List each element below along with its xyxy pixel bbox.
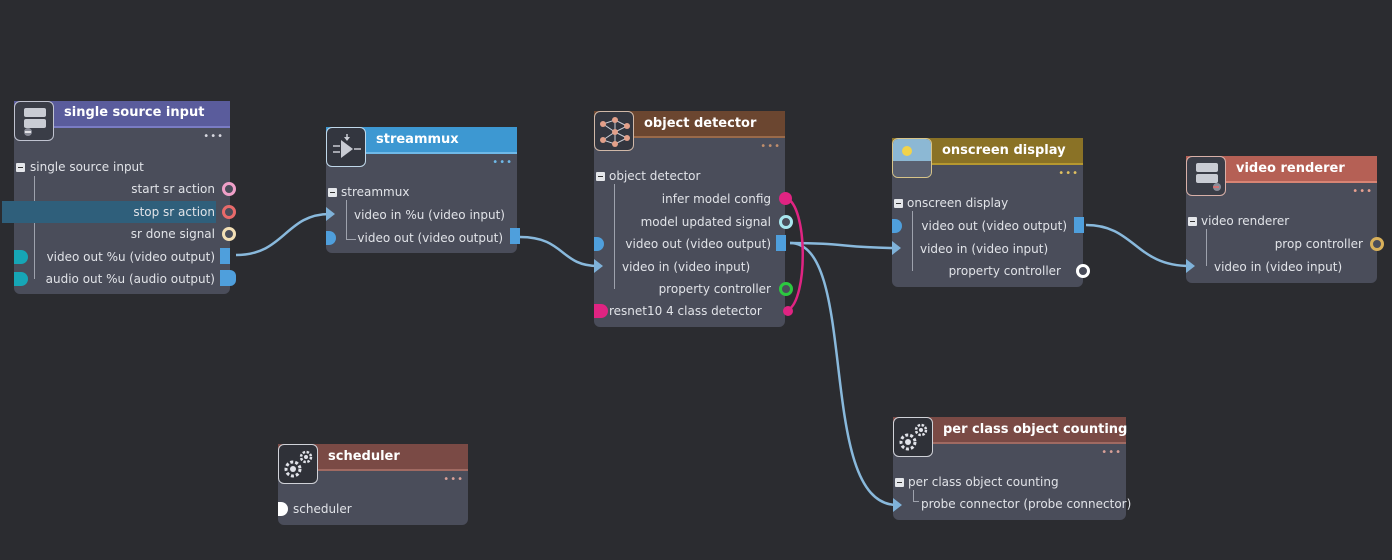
node-onscreen-display[interactable]: onscreen display ••• onscreen display vi…	[892, 138, 1090, 287]
neural-network-icon	[594, 111, 634, 151]
port-property-controller[interactable]	[779, 282, 793, 296]
group-label: streammux	[341, 185, 410, 199]
port-video-output[interactable]	[1074, 217, 1084, 233]
node-title: per class object counting	[943, 422, 1128, 437]
node-object-detector[interactable]: object detector ••• object detector infe…	[594, 111, 793, 327]
more-options-icon[interactable]: •••	[1058, 169, 1079, 179]
row-audio-out: audio out %u (audio output)	[45, 272, 215, 286]
node-title: single source input	[64, 105, 205, 120]
row-sr-done-signal: sr done signal	[130, 227, 215, 241]
port-scheduler[interactable]	[278, 502, 288, 516]
row-video-in: video in (video input)	[1214, 260, 1343, 274]
collapse-toggle[interactable]	[895, 478, 904, 487]
display-icon	[892, 138, 932, 178]
more-options-icon[interactable]: •••	[1101, 448, 1122, 458]
port-video-out-teal[interactable]	[14, 250, 28, 264]
collapse-toggle[interactable]	[1188, 217, 1197, 226]
port-video-output[interactable]	[776, 235, 786, 251]
node-per-class-object-counting[interactable]: per class object counting ••• per class …	[893, 417, 1131, 520]
wire-detector-to-osd	[789, 241, 898, 250]
row-resnet10-detector: resnet10 4 class detector	[609, 304, 762, 318]
port-resnet10-magenta[interactable]	[594, 304, 608, 318]
node-single-source-input[interactable]: single source input ••• single source in…	[2, 101, 236, 294]
row-video-out: video out (video output)	[625, 237, 771, 251]
group-label: onscreen display	[907, 196, 1009, 210]
row-video-in: video in (video input)	[920, 242, 1049, 256]
collapse-toggle[interactable]	[328, 188, 337, 197]
wire-detector-to-counting	[789, 241, 898, 507]
collapse-toggle[interactable]	[596, 172, 605, 181]
group-label: per class object counting	[908, 475, 1059, 489]
row-property-controller: property controller	[948, 264, 1061, 278]
row-start-sr-action: start sr action	[131, 182, 215, 196]
port-video-in[interactable]	[892, 241, 901, 255]
gears-icon	[278, 444, 318, 484]
node-video-renderer[interactable]: video renderer ••• video renderer prop c…	[1186, 156, 1384, 283]
port-prop-controller[interactable]	[1370, 237, 1384, 251]
port-property-controller[interactable]	[1076, 264, 1090, 278]
port-audio-out-teal[interactable]	[14, 272, 28, 286]
more-options-icon[interactable]: •••	[492, 158, 513, 168]
wire-ssi-to-streammux	[235, 212, 331, 257]
gears-icon	[893, 417, 933, 457]
wire-osd-to-renderer	[1085, 223, 1191, 268]
node-streammux[interactable]: streammux ••• streammux video in %u (vid…	[326, 127, 520, 253]
graph-canvas[interactable]: single source input ••• single source in…	[0, 0, 1392, 560]
group-label: object detector	[609, 169, 701, 183]
node-title: scheduler	[328, 449, 400, 464]
row-scheduler: scheduler	[293, 502, 352, 516]
mux-icon	[326, 127, 366, 167]
server-stack-icon	[1186, 156, 1226, 196]
more-options-icon[interactable]: •••	[203, 132, 224, 142]
row-property-controller: property controller	[658, 282, 771, 296]
port-stop-sr-action[interactable]	[222, 205, 236, 219]
more-options-icon[interactable]: •••	[760, 142, 781, 152]
port-video-out-left[interactable]	[594, 237, 604, 251]
row-video-in: video in (video input)	[622, 260, 751, 274]
port-sr-done-signal[interactable]	[222, 227, 236, 241]
port-video-in[interactable]	[1186, 259, 1195, 273]
port-video-output[interactable]	[220, 248, 230, 264]
node-scheduler[interactable]: scheduler ••• scheduler	[278, 444, 468, 525]
node-title: streammux	[376, 132, 459, 147]
group-label: video renderer	[1201, 214, 1290, 228]
port-video-output[interactable]	[510, 228, 520, 244]
port-probe-connector[interactable]	[893, 498, 902, 512]
row-prop-controller: prop controller	[1274, 237, 1363, 251]
row-probe-connector: probe connector (probe connector)	[921, 497, 1132, 511]
node-title: onscreen display	[942, 143, 1066, 158]
port-infer-model-config[interactable]	[779, 192, 792, 205]
port-start-sr-action[interactable]	[222, 182, 236, 196]
more-options-icon[interactable]: •••	[443, 475, 464, 485]
node-title: video renderer	[1236, 161, 1345, 176]
row-video-out: video out %u (video output)	[46, 250, 215, 264]
collapse-toggle[interactable]	[894, 199, 903, 208]
more-options-icon[interactable]: •••	[1352, 187, 1373, 197]
port-video-in[interactable]	[594, 259, 603, 273]
port-resnet10-output[interactable]	[783, 306, 793, 316]
node-title: object detector	[644, 116, 757, 131]
port-video-out-left[interactable]	[326, 231, 336, 245]
port-audio-output[interactable]	[220, 270, 236, 286]
port-video-in[interactable]	[326, 207, 335, 221]
port-model-updated-signal[interactable]	[779, 215, 793, 229]
row-video-out: video out (video output)	[357, 231, 503, 245]
row-model-updated-signal: model updated signal	[640, 215, 771, 229]
port-video-out-left[interactable]	[892, 219, 902, 233]
wire-streammux-to-detector	[519, 235, 599, 268]
row-stop-sr-action[interactable]: stop sr action	[133, 205, 215, 219]
collapse-toggle[interactable]	[16, 163, 25, 172]
row-video-in: video in %u (video input)	[354, 208, 505, 222]
row-infer-model-config: infer model config	[661, 192, 771, 206]
group-label: single source input	[30, 160, 144, 174]
row-video-out: video out (video output)	[921, 219, 1067, 233]
server-stack-icon	[14, 101, 54, 141]
